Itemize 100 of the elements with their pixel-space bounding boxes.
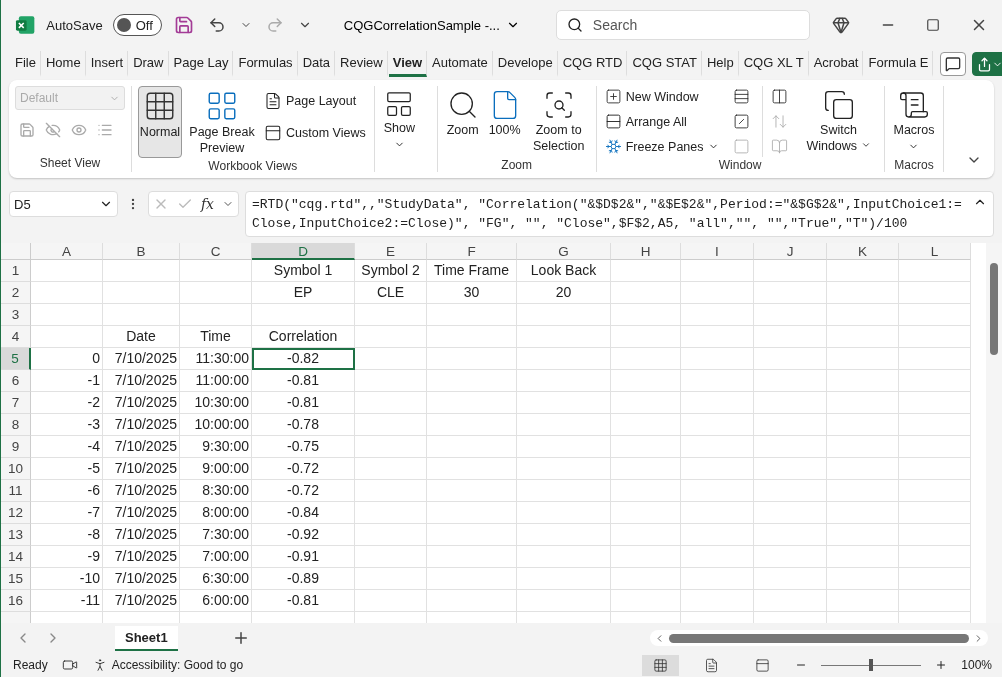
table-cell[interactable] xyxy=(355,414,427,436)
table-cell[interactable] xyxy=(827,458,899,480)
table-cell[interactable] xyxy=(427,436,517,458)
table-cell[interactable] xyxy=(355,502,427,524)
table-cell[interactable] xyxy=(611,348,681,370)
table-cell[interactable] xyxy=(827,436,899,458)
table-cell[interactable] xyxy=(754,524,827,546)
table-cell[interactable] xyxy=(827,546,899,568)
table-cell[interactable] xyxy=(899,348,971,370)
table-cell[interactable]: 11:30:00 xyxy=(180,348,252,370)
options-icon[interactable] xyxy=(97,122,113,138)
view-button[interactable]: Page Break Preview xyxy=(186,86,258,160)
table-cell[interactable] xyxy=(827,502,899,524)
table-cell[interactable]: 7/10/2025 xyxy=(103,546,180,568)
table-cell[interactable] xyxy=(899,502,971,524)
column-header[interactable]: B xyxy=(103,243,180,260)
table-cell[interactable] xyxy=(355,546,427,568)
table-cell[interactable]: Correlation xyxy=(252,326,355,348)
table-cell[interactable] xyxy=(427,502,517,524)
table-cell[interactable] xyxy=(517,568,611,590)
table-cell[interactable]: 20 xyxy=(517,282,611,304)
table-cell[interactable] xyxy=(427,348,517,370)
column-header[interactable]: H xyxy=(611,243,681,260)
table-cell[interactable]: -0.81 xyxy=(252,590,355,612)
table-cell[interactable] xyxy=(180,260,252,282)
row-header[interactable]: 6 xyxy=(1,370,31,392)
table-cell[interactable] xyxy=(681,502,754,524)
table-cell[interactable] xyxy=(754,502,827,524)
macros-button[interactable]: Macros xyxy=(890,86,938,158)
sync-scroll-icon[interactable] xyxy=(770,113,788,130)
view-button[interactable]: Normal xyxy=(138,86,182,158)
side-by-side-icon[interactable] xyxy=(770,88,788,105)
table-cell[interactable] xyxy=(517,524,611,546)
row-header[interactable]: 9 xyxy=(1,436,31,458)
table-cell[interactable]: 7/10/2025 xyxy=(103,370,180,392)
column-header[interactable]: F xyxy=(427,243,517,260)
table-cell[interactable] xyxy=(754,590,827,612)
table-cell[interactable]: Time xyxy=(180,326,252,348)
table-cell[interactable] xyxy=(517,480,611,502)
table-cell[interactable]: Look Back xyxy=(517,260,611,282)
table-cell[interactable] xyxy=(827,480,899,502)
table-cell[interactable] xyxy=(31,282,103,304)
table-cell[interactable] xyxy=(355,326,427,348)
table-cell[interactable] xyxy=(427,304,517,326)
table-cell[interactable]: Date xyxy=(103,326,180,348)
share-button[interactable] xyxy=(972,52,1002,76)
table-cell[interactable] xyxy=(681,546,754,568)
name-box[interactable]: D5 xyxy=(9,191,118,217)
table-cell[interactable]: -7 xyxy=(31,502,103,524)
table-cell[interactable]: 0 xyxy=(31,348,103,370)
row-header[interactable]: 5 xyxy=(1,348,31,370)
table-cell[interactable] xyxy=(681,282,754,304)
table-cell[interactable] xyxy=(517,414,611,436)
table-cell[interactable]: 7/10/2025 xyxy=(103,590,180,612)
active-cell[interactable]: -0.82 xyxy=(252,348,355,370)
formula-field[interactable]: =RTD("cqg.rtd",,"StudyData", "Correlation("&$D$2&","&$E$2&",Period:="&$G$2&",InputChoice1:=Close,InputChoice2:=Close)", "FG", "", "Close",$F$2,A5, "all","", "","True","T")/100 xyxy=(245,191,994,237)
table-cell[interactable] xyxy=(754,392,827,414)
table-cell[interactable] xyxy=(355,590,427,612)
table-cell[interactable] xyxy=(355,392,427,414)
table-cell[interactable] xyxy=(681,370,754,392)
table-cell[interactable] xyxy=(899,436,971,458)
table-cell[interactable] xyxy=(899,590,971,612)
table-cell[interactable] xyxy=(827,524,899,546)
row-header[interactable]: 13 xyxy=(1,524,31,546)
table-cell[interactable] xyxy=(681,414,754,436)
ribbon-tab[interactable]: Home xyxy=(41,51,86,77)
view-button[interactable] xyxy=(642,654,680,676)
zoom-to-selection-button[interactable]: Zoom to Selection xyxy=(527,86,590,158)
table-cell[interactable] xyxy=(517,546,611,568)
table-cell[interactable] xyxy=(681,458,754,480)
maximize-icon[interactable] xyxy=(924,16,942,34)
table-cell[interactable]: -0.75 xyxy=(252,436,355,458)
exit-view-icon[interactable] xyxy=(45,122,61,138)
table-cell[interactable] xyxy=(611,282,681,304)
table-cell[interactable] xyxy=(611,326,681,348)
table-cell[interactable] xyxy=(611,370,681,392)
column-header[interactable]: D xyxy=(252,243,355,260)
ribbon-tab[interactable]: Acrobat xyxy=(809,51,864,77)
table-cell[interactable]: -0.72 xyxy=(252,458,355,480)
ribbon-tab[interactable]: Develope xyxy=(493,51,558,77)
table-cell[interactable]: 8:30:00 xyxy=(180,480,252,502)
table-cell[interactable] xyxy=(754,348,827,370)
table-cell[interactable] xyxy=(611,502,681,524)
table-cell[interactable]: 7:30:00 xyxy=(180,524,252,546)
table-cell[interactable] xyxy=(517,436,611,458)
search-field[interactable]: Search xyxy=(590,16,775,34)
table-cell[interactable] xyxy=(427,524,517,546)
table-cell[interactable]: 6:00:00 xyxy=(180,590,252,612)
table-cell[interactable] xyxy=(827,392,899,414)
table-cell[interactable] xyxy=(31,326,103,348)
table-cell[interactable] xyxy=(180,304,252,326)
table-cell[interactable]: 9:30:00 xyxy=(180,436,252,458)
table-cell[interactable]: -9 xyxy=(31,546,103,568)
table-cell[interactable]: 10:00:00 xyxy=(180,414,252,436)
row-header[interactable]: 12 xyxy=(1,502,31,524)
zoom-button[interactable]: Zoom xyxy=(443,86,482,158)
table-cell[interactable] xyxy=(899,370,971,392)
ribbon-tab[interactable]: Help xyxy=(702,51,739,77)
row-header[interactable]: 8 xyxy=(1,414,31,436)
row-header[interactable]: 7 xyxy=(1,392,31,414)
